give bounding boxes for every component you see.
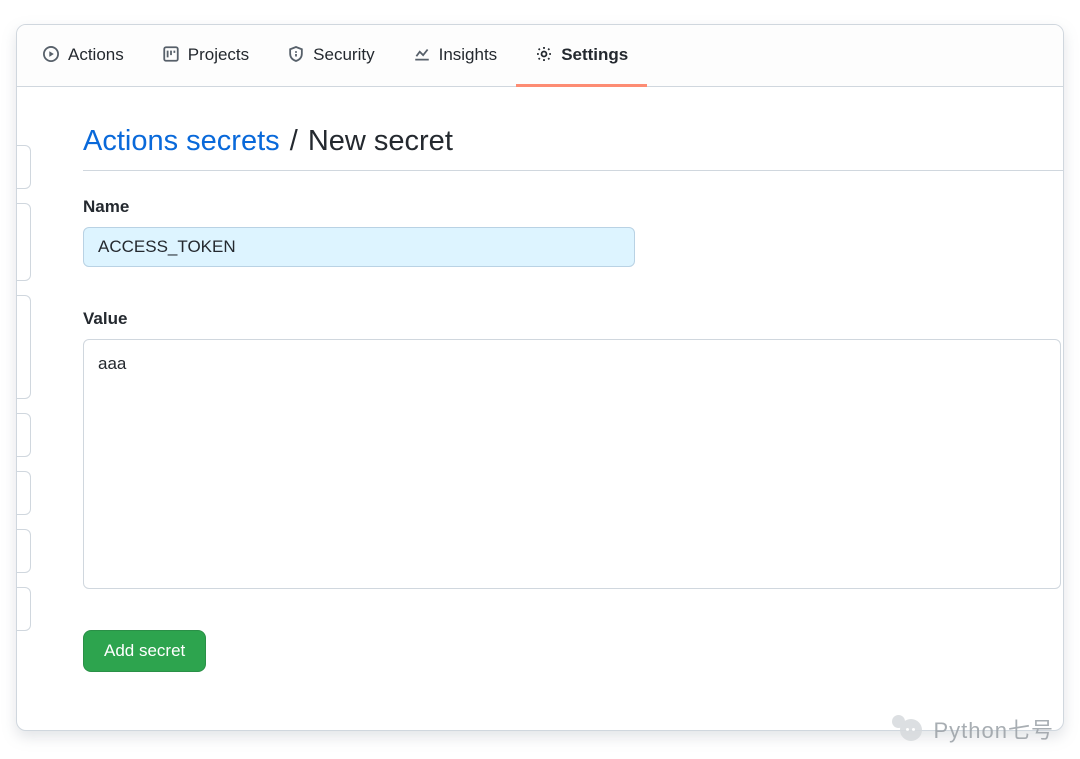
app-frame: Actions Projects Security Insights Setti… [16,24,1064,731]
tab-actions[interactable]: Actions [23,25,143,87]
breadcrumb-parent-link[interactable]: Actions secrets [83,125,280,157]
tab-security[interactable]: Security [268,25,393,87]
breadcrumb-current: New secret [308,125,453,157]
main-content: Actions secrets / New secret Name Value … [83,125,1063,672]
tab-label: Insights [439,46,498,63]
shield-icon [287,45,305,63]
name-label: Name [83,197,1063,217]
value-label: Value [83,309,1063,329]
tab-settings[interactable]: Settings [516,25,647,87]
tab-label: Security [313,46,374,63]
sidebar-cropped [17,145,31,700]
tab-label: Actions [68,46,124,63]
tab-insights[interactable]: Insights [394,25,517,87]
gear-icon [535,45,553,63]
page-title: Actions secrets / New secret [83,125,1063,171]
watermark: Python七号 [892,713,1055,745]
form-group-value: Value [83,309,1063,594]
graph-icon [413,45,431,63]
add-secret-button[interactable]: Add secret [83,630,206,672]
repo-tabnav: Actions Projects Security Insights Setti… [17,25,1063,87]
secret-value-textarea[interactable] [83,339,1061,589]
secret-name-input[interactable] [83,227,635,267]
wechat-icon [892,715,926,743]
form-group-name: Name [83,197,1063,267]
watermark-text: Python七号 [934,713,1055,745]
play-icon [42,45,60,63]
tab-label: Settings [561,46,628,63]
tab-label: Projects [188,46,249,63]
breadcrumb-separator: / [288,125,300,157]
project-icon [162,45,180,63]
tab-projects[interactable]: Projects [143,25,268,87]
